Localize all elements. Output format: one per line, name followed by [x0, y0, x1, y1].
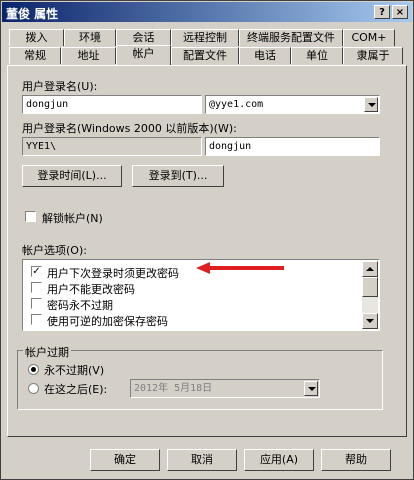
end-date-picker: 2012年 5月18日	[130, 379, 320, 398]
option-row[interactable]: 用户不能更改密码	[29, 280, 359, 296]
tab-environment[interactable]: 环境	[64, 29, 116, 46]
option-label: 使用可逆的加密保存密码	[47, 315, 168, 328]
options-label: 帐户选项(O):	[22, 244, 87, 257]
pre2000-domain-field: YYE1\	[22, 137, 202, 156]
properties-dialog: 董俊 属性 ? × 拨入 环境 会话 远程控制 终端服务配置文件 COM+ 常规…	[0, 0, 414, 480]
option-label: 用户不能更改密码	[47, 283, 135, 296]
option-label: 密码永不过期	[47, 299, 113, 312]
ok-button[interactable]: 确定	[90, 449, 160, 471]
option-checkbox[interactable]: ✓	[31, 266, 42, 277]
window-title: 董俊 属性	[6, 7, 59, 21]
unlock-checkbox[interactable]	[25, 211, 36, 222]
end-date-value: 2012年 5月18日	[134, 383, 213, 394]
option-row[interactable]: ✓ 用户下次登录时须更改密码	[29, 264, 359, 280]
help-title-button[interactable]: ?	[374, 5, 390, 19]
tab-profile[interactable]: 配置文件	[171, 47, 239, 64]
expiry-label: 帐户过期	[23, 344, 71, 360]
option-label: 用户下次登录时须更改密码	[47, 267, 179, 280]
tab-general[interactable]: 常规	[9, 47, 61, 64]
pre2000-label: 用户登录名(Windows 2000 以前版本)(W):	[22, 122, 237, 135]
tab-terminal-services[interactable]: 终端服务配置文件	[239, 29, 343, 46]
apply-button[interactable]: 应用(A)	[244, 449, 314, 471]
account-panel: 用户登录名(U): dongjun @yye1.com 用户登录名(Window…	[7, 65, 407, 437]
tab-address[interactable]: 地址	[61, 47, 116, 64]
tab-remote-control[interactable]: 远程控制	[171, 29, 239, 46]
annotation-arrow-icon	[196, 262, 284, 274]
tab-dial-in[interactable]: 拨入	[9, 29, 64, 46]
logon-hours-button[interactable]: 登录时间(L)...	[22, 165, 122, 187]
chevron-down-icon	[304, 381, 318, 396]
option-checkbox[interactable]	[31, 282, 42, 293]
cancel-button[interactable]: 取消	[167, 449, 237, 471]
help-button[interactable]: 帮助	[321, 449, 391, 471]
never-expire-label: 永不过期(V)	[44, 364, 105, 377]
end-of-radio[interactable]	[28, 383, 39, 394]
option-row[interactable]: 密码永不过期	[29, 296, 359, 312]
end-of-label: 在这之后(E):	[44, 383, 108, 396]
tab-telephones[interactable]: 电话	[239, 47, 291, 64]
tab-member-of[interactable]: 隶属于	[343, 47, 403, 64]
logon-name-label: 用户登录名(U):	[22, 80, 98, 93]
tab-sessions[interactable]: 会话	[116, 29, 171, 46]
options-scrollbar[interactable]	[362, 261, 378, 329]
domain-suffix-combo[interactable]: @yye1.com	[205, 95, 380, 114]
scroll-thumb[interactable]	[362, 277, 378, 297]
option-row[interactable]: 使用可逆的加密保存密码	[29, 312, 359, 328]
domain-suffix-value: @yye1.com	[209, 99, 264, 110]
logon-name-input[interactable]: dongjun	[22, 95, 202, 114]
option-checkbox[interactable]	[31, 314, 42, 325]
scroll-up-icon[interactable]	[362, 261, 378, 277]
chevron-down-icon[interactable]	[364, 97, 378, 112]
tab-account[interactable]: 帐户	[116, 45, 171, 65]
unlock-label: 解锁帐户(N)	[42, 212, 103, 225]
scroll-down-icon[interactable]	[362, 313, 378, 329]
tab-com-plus[interactable]: COM+	[343, 29, 395, 46]
close-icon[interactable]: ×	[392, 5, 408, 19]
tab-organization[interactable]: 单位	[291, 47, 343, 64]
logon-to-button[interactable]: 登录到(T)...	[132, 165, 224, 187]
option-checkbox[interactable]	[31, 298, 42, 309]
never-expire-radio[interactable]	[28, 364, 39, 375]
title-bar[interactable]: 董俊 属性 ? ×	[2, 2, 412, 22]
pre2000-name-input[interactable]: dongjun	[205, 137, 380, 156]
